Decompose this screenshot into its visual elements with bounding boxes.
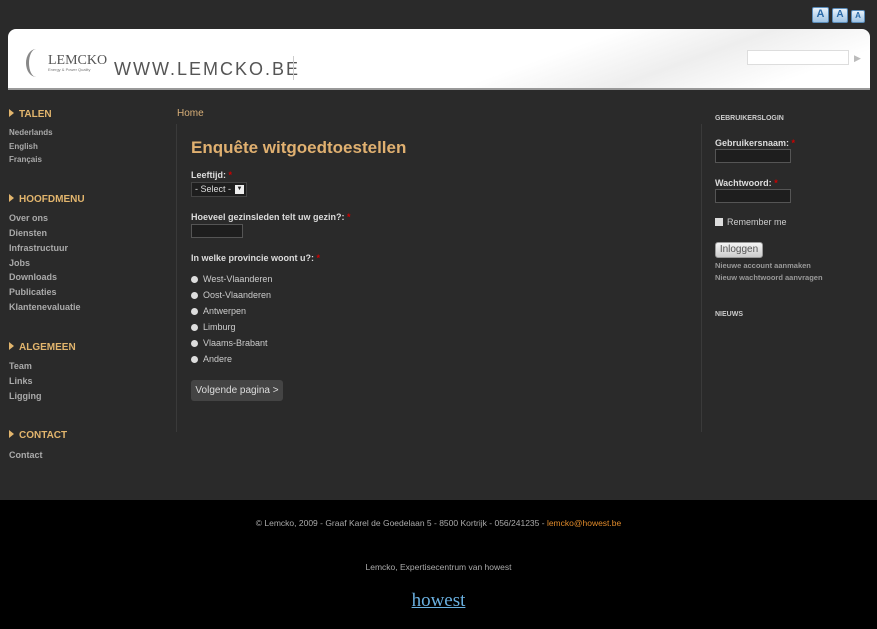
sidebar-item-english[interactable]: English [9,142,38,151]
sidebar-heading-hoofdmenu: HOOFDMENU [9,194,85,205]
radio-antwerpen[interactable]: Antwerpen [191,306,246,316]
howest-logo[interactable]: howest [0,590,877,612]
sidebar-item-francais[interactable]: Français [9,155,42,164]
username-input[interactable] [715,149,791,163]
sidebar-item-downloads[interactable]: Downloads [9,272,57,282]
password-input[interactable] [715,189,791,203]
triangle-icon [9,109,14,117]
radio-andere[interactable]: Andere [191,354,232,364]
font-decrease-button[interactable]: A [851,10,865,23]
sidebar-item-over-ons[interactable]: Over ons [9,213,48,223]
font-increase-button[interactable]: A [812,7,829,23]
sidebar-heading-contact: CONTACT [9,430,67,441]
sidebar-item-contact[interactable]: Contact [9,450,43,460]
font-reset-button[interactable]: A [832,8,848,23]
logo[interactable]: LEMCKO Energy & Power Quality [26,49,107,77]
remember-me[interactable]: Remember me [715,217,787,227]
logo-arc-icon [26,49,46,77]
login-button[interactable]: Inloggen [715,242,763,258]
household-label: Hoeveel gezinsleden telt uw gezin?: * [191,212,351,222]
sidebar-item-diensten[interactable]: Diensten [9,228,47,238]
age-label: Leeftijd: * [191,170,233,180]
search-arrow-icon[interactable]: ▶ [854,53,861,64]
create-account-link[interactable]: Nieuwe account aanmaken [715,261,811,270]
sidebar-item-team[interactable]: Team [9,361,32,371]
divider [293,56,294,80]
sidebar-item-jobs[interactable]: Jobs [9,258,30,268]
sidebar-item-publicaties[interactable]: Publicaties [9,287,57,297]
sidebar-item-links[interactable]: Links [9,376,33,386]
household-input[interactable] [191,224,243,238]
sidebar-item-ligging[interactable]: Ligging [9,391,42,401]
news-heading: NIEUWS [715,311,743,318]
logo-name: LEMCKO [48,53,108,68]
email-link[interactable]: lemcko@howest.be [547,518,621,528]
site-url: WWW.LEMCKO.BE [114,59,301,79]
divider [176,124,177,432]
radio-oost-vlaanderen[interactable]: Oost-Vlaanderen [191,290,271,300]
divider [701,124,702,432]
checkbox[interactable] [715,218,723,226]
triangle-icon [9,430,14,438]
footer-address: © Lemcko, 2009 - Graaf Karel de Goedelaa… [255,518,622,528]
sidebar-heading-algemeen: ALGEMEEN [9,342,76,353]
username-label: Gebruikersnaam: * [715,138,796,148]
chevron-down-icon: ▼ [235,185,244,194]
breadcrumb-home[interactable]: Home [177,108,204,119]
page-title: Enquête witgoedtoestellen [191,138,407,157]
sidebar-item-infrastructuur[interactable]: Infrastructuur [9,243,68,253]
triangle-icon [9,342,14,350]
radio-limburg[interactable]: Limburg [191,322,236,332]
search-input[interactable] [747,50,849,65]
header: LEMCKO Energy & Power Quality WWW.LEMCKO.… [8,29,870,90]
reset-password-link[interactable]: Nieuw wachtwoord aanvragen [715,273,823,282]
font-size-controls: A A A [812,7,865,23]
login-heading: GEBRUIKERSLOGIN [715,115,784,122]
sidebar-item-nederlands[interactable]: Nederlands [9,128,53,137]
radio-vlaams-brabant[interactable]: Vlaams-Brabant [191,338,268,348]
footer-tagline: Lemcko, Expertisecentrum van howest [365,562,512,572]
province-label: In welke provincie woont u?: * [191,253,321,263]
age-select[interactable]: - Select - ▼ [191,182,247,197]
next-page-button[interactable]: Volgende pagina > [191,380,283,401]
sidebar-item-klantenevaluatie[interactable]: Klantenevaluatie [9,302,81,312]
triangle-icon [9,194,14,202]
radio-west-vlaanderen[interactable]: West-Vlaanderen [191,274,272,284]
password-label: Wachtwoord: * [715,178,778,188]
sidebar-heading-talen: TALEN [9,109,52,120]
